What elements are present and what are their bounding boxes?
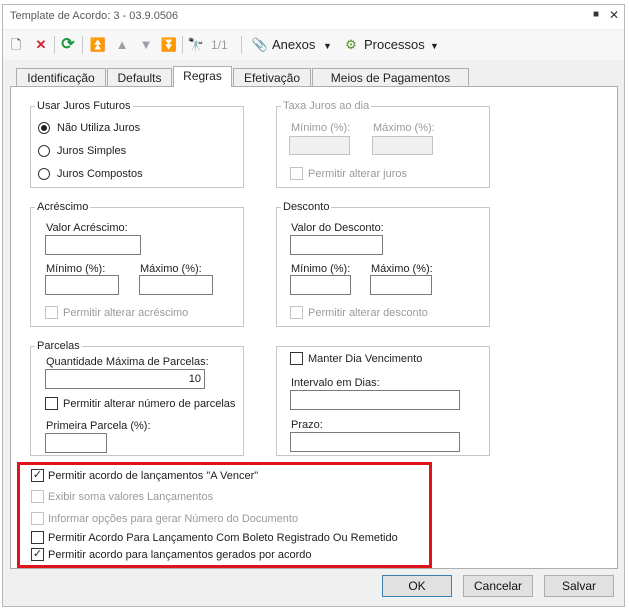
prazo-input[interactable] bbox=[290, 432, 460, 452]
taxa-max-input[interactable] bbox=[372, 136, 433, 155]
refresh-icon[interactable]: ⟳ bbox=[58, 34, 78, 56]
radio-juros-compostos[interactable] bbox=[38, 168, 50, 180]
paperclip-icon[interactable]: 📎 bbox=[250, 34, 270, 56]
tab-identificacao[interactable]: Identificação bbox=[16, 68, 106, 86]
desconto-min-input[interactable] bbox=[290, 275, 351, 295]
toolbar-separator bbox=[241, 36, 242, 54]
checkbox-label: Permitir alterar número de parcelas bbox=[63, 398, 236, 410]
radio-label: Não Utiliza Juros bbox=[57, 122, 141, 134]
last-record-icon[interactable]: ⏬ bbox=[159, 34, 179, 56]
record-position: 1/1 bbox=[211, 38, 228, 52]
checkbox-permitir-alterar-parcelas[interactable] bbox=[45, 397, 58, 410]
prazo-label: Prazo: bbox=[291, 419, 323, 431]
find-icon[interactable]: 🔭 bbox=[186, 34, 206, 56]
radio-label: Juros Compostos bbox=[57, 168, 143, 180]
next-record-icon[interactable]: ▼ bbox=[136, 34, 156, 56]
primeira-parcela-input[interactable] bbox=[45, 433, 107, 453]
anexos-button[interactable]: Anexos bbox=[272, 37, 315, 52]
acrescimo-max-input[interactable] bbox=[139, 275, 213, 295]
window-title: Template de Acordo: 3 - 03.9.0506 bbox=[10, 10, 179, 22]
tab-regras[interactable]: Regras bbox=[173, 66, 232, 87]
previous-record-icon[interactable]: ▲ bbox=[112, 34, 132, 56]
checkbox-label: Permitir alterar acréscimo bbox=[63, 307, 189, 319]
parcelas-max-input[interactable]: 10 bbox=[45, 369, 205, 389]
desconto-max-label: Máximo (%): bbox=[371, 263, 433, 275]
checkbox-manter-dia-vencimento[interactable] bbox=[290, 352, 303, 365]
toolbar-separator bbox=[182, 36, 183, 54]
tab-defaults[interactable]: Defaults bbox=[107, 68, 172, 86]
checkbox-permitir-alterar-acrescimo[interactable] bbox=[45, 306, 58, 319]
toolbar-separator bbox=[54, 36, 55, 54]
processos-button[interactable]: Processos bbox=[364, 37, 425, 52]
highlight-box bbox=[17, 462, 432, 568]
checkbox-label: Permitir alterar desconto bbox=[308, 307, 428, 319]
checkbox-label: Permitir alterar juros bbox=[308, 168, 408, 180]
tab-efetivacao[interactable]: Efetivação bbox=[233, 68, 311, 86]
acrescimo-valor-label: Valor Acréscimo: bbox=[46, 222, 128, 234]
acrescimo-min-input[interactable] bbox=[45, 275, 119, 295]
checkbox-permitir-alterar-desconto[interactable] bbox=[290, 306, 303, 319]
desconto-valor-input[interactable] bbox=[290, 235, 383, 255]
taxa-juros-legend: Taxa Juros ao dia bbox=[281, 100, 372, 112]
checkbox-permitir-alterar-juros[interactable] bbox=[290, 167, 303, 180]
toolbar-separator bbox=[82, 36, 83, 54]
new-icon[interactable]: 🗋 bbox=[6, 34, 26, 56]
radio-label: Juros Simples bbox=[57, 145, 127, 157]
desconto-min-label: Mínimo (%): bbox=[291, 263, 351, 275]
ok-button[interactable]: OK bbox=[382, 575, 452, 597]
desconto-max-input[interactable] bbox=[370, 275, 432, 295]
radio-nao-utiliza-juros[interactable] bbox=[38, 122, 50, 134]
checkbox-label: Manter Dia Vencimento bbox=[308, 353, 423, 365]
delete-icon[interactable]: ✕ bbox=[31, 34, 51, 56]
acrescimo-valor-input[interactable] bbox=[45, 235, 141, 255]
intervalo-input[interactable] bbox=[290, 390, 460, 410]
chevron-down-icon[interactable]: ▼ bbox=[430, 41, 439, 51]
parcelas-max-label: Quantidade Máxima de Parcelas: bbox=[46, 356, 209, 368]
close-icon[interactable]: ✕ bbox=[607, 8, 621, 22]
acrescimo-max-label: Máximo (%): bbox=[140, 263, 202, 275]
taxa-max-label: Máximo (%): bbox=[373, 122, 435, 134]
taxa-min-label: Mínimo (%): bbox=[291, 122, 351, 134]
acrescimo-legend: Acréscimo bbox=[35, 201, 91, 213]
cancel-button[interactable]: Cancelar bbox=[463, 575, 533, 597]
first-record-icon[interactable]: ⏫ bbox=[88, 34, 108, 56]
desconto-legend: Desconto bbox=[281, 201, 332, 213]
radio-juros-simples[interactable] bbox=[38, 145, 50, 157]
save-button[interactable]: Salvar bbox=[544, 575, 614, 597]
primeira-parcela-label: Primeira Parcela (%): bbox=[46, 420, 151, 432]
desconto-valor-label: Valor do Desconto: bbox=[291, 222, 384, 234]
juros-futuros-legend: Usar Juros Futuros bbox=[35, 100, 133, 112]
acrescimo-min-label: Mínimo (%): bbox=[46, 263, 106, 275]
tab-meios-de-pagamentos[interactable]: Meios de Pagamentos bbox=[312, 68, 469, 86]
gears-icon[interactable]: ⚙ bbox=[341, 34, 361, 56]
maximize-icon[interactable]: ■ bbox=[589, 8, 603, 22]
parcelas-legend: Parcelas bbox=[35, 340, 82, 352]
intervalo-label: Intervalo em Dias: bbox=[291, 377, 380, 389]
taxa-min-input[interactable] bbox=[289, 136, 350, 155]
chevron-down-icon[interactable]: ▼ bbox=[323, 41, 332, 51]
